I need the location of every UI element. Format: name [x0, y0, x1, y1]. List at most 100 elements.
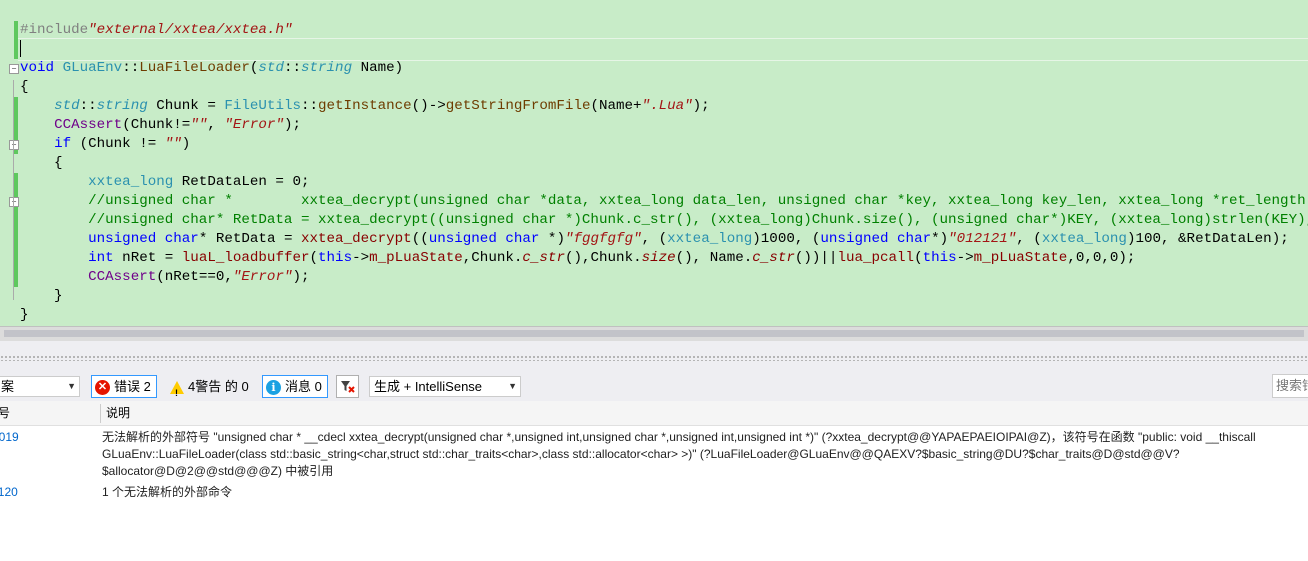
code-token: getInstance [318, 98, 412, 114]
error-row[interactable]: 2019 无法解析的外部符号 "unsigned char * __cdecl … [0, 429, 1308, 481]
build-source-label: 生成 + IntelliSense [374, 379, 483, 394]
code-token: char [505, 231, 540, 247]
collapse-icon[interactable]: − [9, 197, 19, 207]
code-token: xxtea_long [667, 231, 753, 247]
info-icon: i [266, 380, 281, 396]
pane-splitter[interactable] [0, 341, 1308, 371]
code-token: :: [300, 98, 319, 114]
change-marker [14, 230, 18, 249]
horizontal-scrollbar[interactable] [0, 326, 1308, 341]
column-separator[interactable] [100, 404, 101, 423]
errors-filter-button[interactable]: ✕ 错误 2 [91, 375, 157, 398]
code-token: c_str [522, 250, 565, 266]
code-line[interactable]: − void GLuaEnv::LuaFileLoader(std::string… [0, 59, 1308, 78]
code-token: )1000, ( [752, 231, 821, 247]
scope-label: 案 [1, 379, 15, 394]
code-text: #include"external/xxtea/xxtea.h" [20, 21, 292, 40]
code-token: ,0,0,0); [1067, 250, 1136, 266]
code-token: std [54, 98, 80, 114]
splitter-grip[interactable] [0, 355, 1308, 361]
code-line[interactable]: CCAssert(Chunk!="", "Error"); [0, 116, 1308, 135]
code-text: int nRet = luaL_loadbuffer(this->m_pLuaS… [20, 249, 1135, 268]
collapse-icon[interactable]: − [9, 64, 19, 74]
code-token: ); [692, 98, 710, 114]
code-line[interactable]: std::string Chunk = FileUtils::getInstan… [0, 97, 1308, 116]
change-marker [14, 40, 18, 59]
warnings-filter-button[interactable]: ! 4警告 的 0 [166, 375, 252, 398]
collapse-icon[interactable]: − [9, 140, 19, 150]
code-line[interactable]: unsigned char* RetData = xxtea_decrypt((… [0, 230, 1308, 249]
code-token: size [641, 250, 676, 266]
code-token: { [20, 155, 63, 171]
code-line[interactable]: − if (Chunk != "") [0, 135, 1308, 154]
code-token: unsigned [88, 231, 157, 247]
code-token: * RetData = [198, 231, 301, 247]
code-token: this [318, 250, 353, 266]
change-marker [14, 97, 18, 116]
code-token: ); [292, 269, 310, 285]
code-token: "Error" [232, 269, 293, 285]
change-marker [14, 173, 18, 192]
code-token: if [54, 136, 72, 152]
errors-label: 错误 2 [114, 379, 151, 394]
error-code: 1120 [0, 485, 18, 499]
code-line[interactable]: xxtea_long RetDataLen = 0; [0, 173, 1308, 192]
code-token: -> [352, 250, 370, 266]
build-source-dropdown[interactable]: 生成 + IntelliSense ▼ [369, 376, 521, 397]
code-token: "external/xxtea/xxtea.h" [88, 22, 293, 38]
error-row[interactable]: 1120 1 个无法解析的外部命令 [0, 484, 1308, 502]
column-header-code[interactable]: 号 [0, 401, 10, 425]
code-token: { [20, 79, 29, 95]
code-token: std [258, 60, 284, 76]
code-token: :: [283, 60, 301, 76]
messages-filter-button[interactable]: i 消息 0 [262, 375, 328, 398]
code-token: int [88, 250, 114, 266]
code-line[interactable]: int nRet = luaL_loadbuffer(this->m_pLuaS… [0, 249, 1308, 268]
code-line[interactable]: { [0, 78, 1308, 97]
code-token: CCAssert [88, 269, 157, 285]
change-marker [14, 249, 18, 268]
messages-label: 消息 0 [285, 379, 322, 394]
code-token: (Chunk != [71, 136, 165, 152]
code-token: m_pLuaState [369, 250, 463, 266]
code-token: , ( [641, 231, 668, 247]
code-token: } [20, 288, 63, 304]
code-line[interactable]: } [0, 287, 1308, 306]
code-text: if (Chunk != "") [20, 135, 190, 154]
error-list-header: 号 说明 [0, 401, 1308, 426]
code-token: "" [190, 117, 208, 133]
code-token: getStringFromFile [445, 98, 591, 114]
change-marker [14, 211, 18, 230]
code-line[interactable]: { [0, 154, 1308, 173]
scope-dropdown[interactable]: 案 ▼ [0, 376, 80, 397]
code-token: "Error" [224, 117, 284, 133]
code-token: *) [931, 231, 949, 247]
code-line[interactable]: CCAssert(nRet==0,"Error"); [0, 268, 1308, 287]
search-error-list-input[interactable]: 搜索错 [1272, 374, 1308, 398]
code-editor[interactable]: #include"external/xxtea/xxtea.h" − void GL… [0, 0, 1308, 326]
code-line[interactable]: − //unsigned char * xxtea_decrypt(unsign… [0, 192, 1308, 211]
code-token: void [20, 60, 55, 76]
code-line[interactable]: //unsigned char* RetData = xxtea_decrypt… [0, 211, 1308, 230]
code-token: RetDataLen = 0; [173, 174, 310, 190]
scrollbar-thumb[interactable] [4, 330, 1304, 337]
code-token: lua_pcall [837, 250, 915, 266]
code-text: { [20, 78, 29, 97]
clear-filter-button[interactable] [336, 375, 359, 398]
code-token: string [96, 98, 148, 114]
code-line[interactable] [0, 2, 1308, 21]
column-header-description[interactable]: 说明 [106, 401, 130, 425]
code-line[interactable]: #include"external/xxtea/xxtea.h" [0, 21, 1308, 40]
code-line[interactable] [0, 40, 1308, 59]
error-code: 2019 [0, 430, 19, 444]
code-token: (nRet==0, [156, 269, 233, 285]
code-token: //unsigned char* RetData = xxtea_decrypt… [20, 212, 1308, 228]
code-line[interactable]: } [0, 306, 1308, 325]
